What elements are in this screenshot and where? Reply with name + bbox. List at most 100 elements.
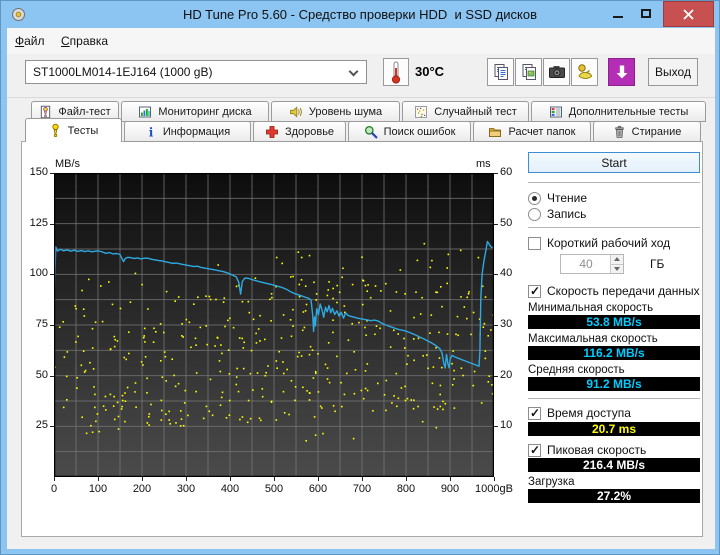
access-time-row[interactable]: Время доступа <box>528 406 700 420</box>
y-right-tick-label: 30 <box>500 318 512 330</box>
tab-information[interactable]: i Информация <box>124 121 251 142</box>
separator <box>528 398 700 400</box>
menubar: Файл Справка <box>7 28 715 54</box>
close-button[interactable] <box>663 1 714 27</box>
x-tick-label: 500 <box>249 483 299 495</box>
minimize-button[interactable] <box>605 1 631 26</box>
axis-tick <box>450 477 451 481</box>
y-left-tick-label: 100 <box>18 267 48 279</box>
stepper-up-icon <box>614 257 620 261</box>
tab-label: Здоровье <box>285 126 334 138</box>
tab-erase[interactable]: Стирание <box>593 121 701 142</box>
read-radio[interactable] <box>528 192 541 205</box>
x-tick-label: 0 <box>29 483 79 495</box>
write-radio-row[interactable]: Запись <box>528 207 700 221</box>
donate-button[interactable] <box>571 58 598 86</box>
write-radio[interactable] <box>528 208 541 221</box>
x-tick-label: 200 <box>117 483 167 495</box>
tab-label: Мониторинг диска <box>158 106 251 118</box>
capacity-stepper[interactable] <box>610 255 623 273</box>
read-radio-row[interactable]: Чтение <box>528 191 700 205</box>
y-left-tick-label: 125 <box>18 217 48 229</box>
panel-divider <box>522 151 523 507</box>
hd-tune-window: HD Tune Pro 5.60 - Средство проверки HDD… <box>0 0 720 555</box>
burst-rate-value: 216.4 MB/s <box>528 458 700 472</box>
temperature-button[interactable] <box>383 58 409 86</box>
stepper-down-icon <box>614 267 620 271</box>
minimize-icon <box>613 16 623 18</box>
svg-text:i: i <box>149 125 154 138</box>
benchmark-controls: Start Чтение Запись Короткий рабочий ход… <box>528 152 700 503</box>
screenshot-button[interactable] <box>543 58 570 86</box>
axis-tick <box>50 426 54 427</box>
x-tick-label: 1000gB <box>469 483 519 495</box>
exit-button[interactable]: Выход <box>648 58 698 86</box>
tab-label: Случайный тест <box>434 106 517 118</box>
maximize-button[interactable] <box>633 1 659 26</box>
copy-report-icon <box>492 63 510 81</box>
axis-tick <box>186 477 187 481</box>
tab-folder-usage[interactable]: Расчет папок <box>473 121 591 142</box>
burst-rate-checkbox[interactable] <box>528 444 541 457</box>
y-right-axis-unit: ms <box>476 158 491 170</box>
benchmark-plot <box>54 173 494 477</box>
tab-random-test[interactable]: Случайный тест <box>402 101 529 122</box>
axis-tick <box>50 376 54 377</box>
menu-help[interactable]: Справка <box>61 34 108 48</box>
tab-extra-tests[interactable]: Дополнительные тесты <box>531 101 706 122</box>
tab-error-scan[interactable]: Поиск ошибок <box>348 121 471 142</box>
camera-icon <box>548 64 566 80</box>
drive-select-value: ST1000LM014-1EJ164 (1000 gB) <box>33 65 212 79</box>
temperature-value: 30°C <box>415 64 444 79</box>
tab-label: Уровень шума <box>309 106 382 118</box>
y-left-tick-label: 150 <box>18 166 48 178</box>
access-time-value: 20.7 ms <box>528 422 700 436</box>
max-speed-value: 116.2 MB/s <box>528 346 700 360</box>
axis-tick <box>98 477 99 481</box>
tab-label: Файл-тест <box>58 106 110 118</box>
read-radio-label: Чтение <box>547 191 587 205</box>
transfer-rate-checkbox[interactable] <box>528 285 541 298</box>
axis-tick <box>230 477 231 481</box>
update-check-button[interactable] <box>608 58 635 86</box>
tab-label: Стирание <box>632 126 682 138</box>
avg-speed-label: Средняя скорость <box>528 364 700 376</box>
transfer-rate-row[interactable]: Скорость передачи данных <box>528 284 700 298</box>
y-left-tick-label: 50 <box>18 369 48 381</box>
copy-image-button[interactable] <box>515 58 542 86</box>
tab-tests[interactable]: Тесты <box>25 118 122 142</box>
axis-tick <box>494 274 498 275</box>
health-icon <box>265 125 279 139</box>
axis-tick <box>494 477 495 481</box>
short-stroke-label: Короткий рабочий ход <box>547 236 670 250</box>
y-left-tick-label: 75 <box>18 318 48 330</box>
axis-tick <box>142 477 143 481</box>
info-icon: i <box>145 125 157 139</box>
tab-disk-monitor[interactable]: Мониторинг диска <box>121 101 269 122</box>
min-speed-label: Минимальная скорость <box>528 302 700 314</box>
tab-label: Информация <box>163 126 230 138</box>
random-test-icon <box>414 105 428 119</box>
short-stroke-checkbox[interactable] <box>528 237 541 250</box>
menu-file[interactable]: Файл <box>15 34 45 48</box>
tab-health[interactable]: Здоровье <box>253 121 346 142</box>
axis-tick <box>318 477 319 481</box>
burst-rate-row[interactable]: Пиковая скорость <box>528 443 700 457</box>
drive-select[interactable]: ST1000LM014-1EJ164 (1000 gB) <box>25 60 367 84</box>
close-icon <box>683 9 694 20</box>
tab-noise-level[interactable]: Уровень шума <box>271 101 400 122</box>
short-stroke-row[interactable]: Короткий рабочий ход <box>528 236 700 250</box>
file-test-icon <box>39 105 52 119</box>
x-tick-label: 700 <box>337 483 387 495</box>
access-time-checkbox[interactable] <box>528 407 541 420</box>
thermometer-icon <box>389 60 403 84</box>
copy-image-icon <box>520 63 538 81</box>
y-left-axis-unit: MB/s <box>55 158 80 170</box>
start-button[interactable]: Start <box>528 152 700 173</box>
copy-report-button[interactable] <box>487 58 514 86</box>
x-tick-label: 600 <box>293 483 343 495</box>
transfer-rate-label: Скорость передачи данных <box>547 284 700 298</box>
cpu-load-value: 27.2% <box>528 489 700 503</box>
axis-tick <box>362 477 363 481</box>
burst-rate-label: Пиковая скорость <box>547 443 646 457</box>
